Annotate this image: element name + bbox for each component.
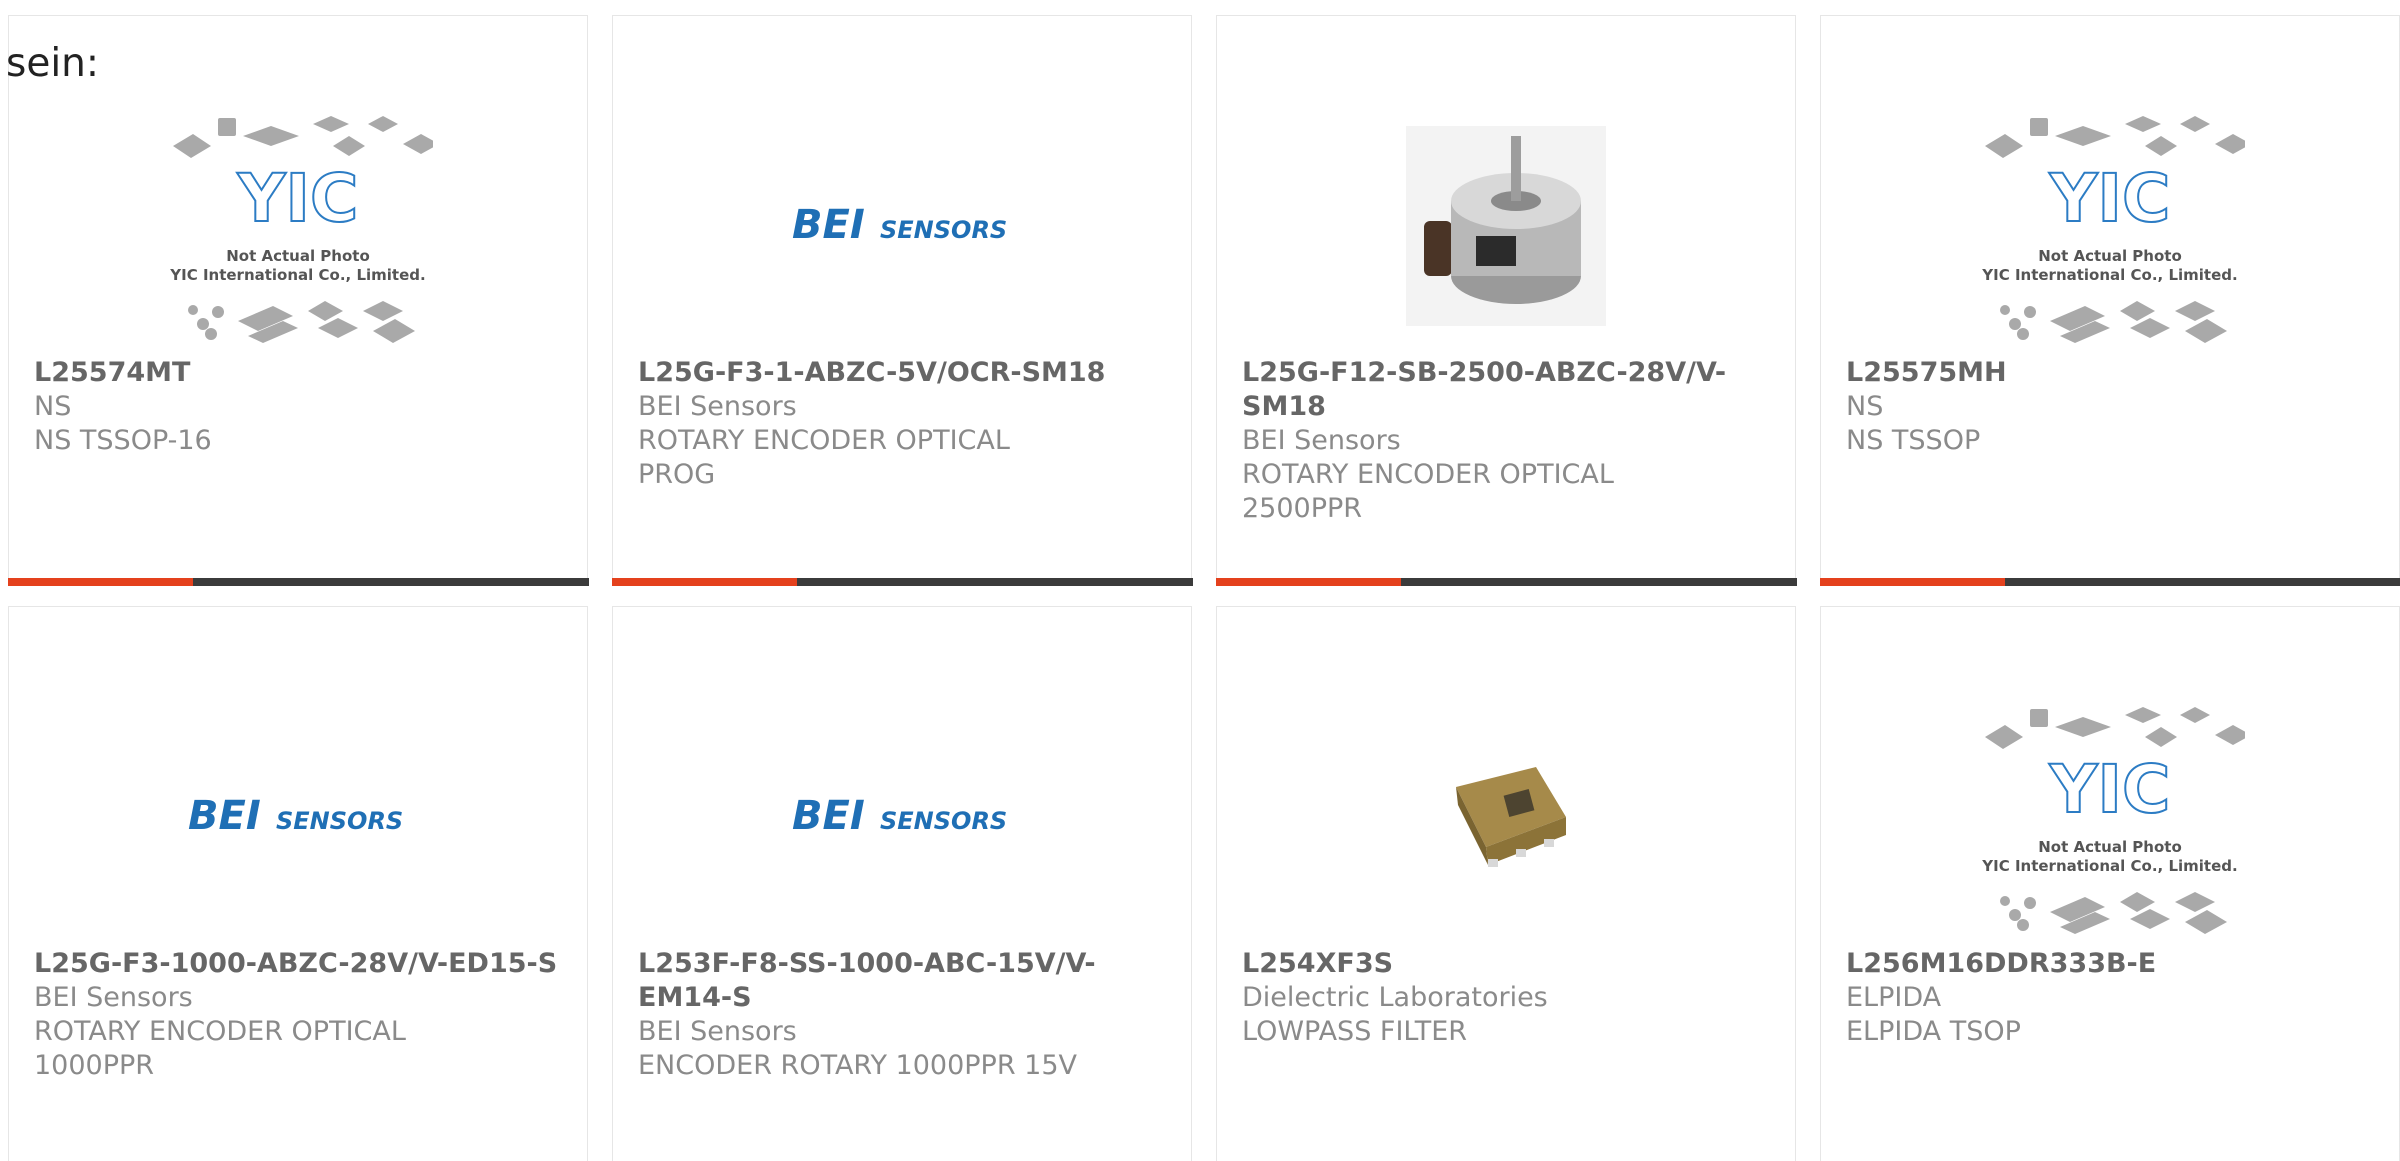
bei-logo-icon: BEI SENSORS bbox=[792, 793, 1007, 839]
filter-photo-icon bbox=[1456, 767, 1566, 867]
heading-fragment: sein: bbox=[6, 41, 100, 86]
description-line: 2500PPR bbox=[1242, 493, 1363, 524]
brand-name: NS bbox=[1846, 391, 1884, 422]
description-line: ROTARY ENCODER OPTICAL bbox=[638, 425, 1010, 456]
description-line: ROTARY ENCODER OPTICAL bbox=[1242, 459, 1614, 490]
product-info: L25574MT NS NS TSSOP-16 bbox=[34, 356, 562, 458]
description-line: ROTARY ENCODER OPTICAL bbox=[34, 1016, 406, 1047]
part-number[interactable]: L254XF3S bbox=[1242, 947, 1770, 981]
description-line: LOWPASS FILTER bbox=[1242, 1016, 1468, 1047]
svg-text:BEI: BEI bbox=[792, 202, 865, 248]
svg-text:YIC: YIC bbox=[237, 160, 359, 237]
brand-name: NS bbox=[34, 391, 72, 422]
bei-logo-icon: BEI SENSORS bbox=[188, 793, 403, 839]
svg-text:SENSORS: SENSORS bbox=[880, 216, 1007, 244]
svg-text:Not Actual Photo: Not Actual Photo bbox=[2038, 838, 2182, 856]
progress-fill bbox=[611, 577, 798, 586]
product-thumbnail: YIC Not Actual Photo YIC International C… bbox=[1821, 682, 2399, 952]
svg-text:Not Actual Photo: Not Actual Photo bbox=[2038, 247, 2182, 265]
product-thumbnail: BEI SENSORS bbox=[9, 682, 587, 952]
svg-text:BEI: BEI bbox=[188, 793, 261, 839]
product-thumbnail: YIC Not Actual Photo YIC International C… bbox=[1821, 91, 2399, 361]
product-info: L25G-F12-SB-2500-ABZC-28V/V-SM18 BEI Sen… bbox=[1242, 356, 1770, 526]
product-card[interactable]: YIC Not Actual Photo YIC International C… bbox=[1820, 606, 2400, 1161]
brand-name: BEI Sensors bbox=[638, 391, 797, 422]
progress-fill bbox=[1215, 577, 1402, 586]
product-thumbnail bbox=[1217, 91, 1795, 361]
svg-text:YIC International Co., Limited: YIC International Co., Limited. bbox=[169, 266, 425, 284]
part-number[interactable]: L256M16DDR333B-E bbox=[1846, 947, 2374, 981]
card-progress-bar bbox=[1215, 577, 1797, 586]
brand-name: BEI Sensors bbox=[1242, 425, 1401, 456]
brand-name: Dielectric Laboratories bbox=[1242, 982, 1548, 1013]
product-card[interactable]: YIC Not Actual Photo YIC International C… bbox=[7, 15, 589, 586]
product-info: L253F-F8-SS-1000-ABC-15V/V-EM14-S BEI Se… bbox=[638, 947, 1166, 1083]
card-progress-bar bbox=[7, 577, 589, 586]
part-number[interactable]: L25G-F3-1000-ABZC-28V/V-ED15-S bbox=[34, 947, 562, 981]
svg-text:SENSORS: SENSORS bbox=[276, 807, 403, 835]
description-line: NS TSSOP-16 bbox=[34, 425, 212, 456]
description-line: PROG bbox=[638, 459, 716, 490]
product-thumbnail: YIC Not Actual Photo YIC International C… bbox=[9, 91, 587, 361]
product-thumbnail: BEI SENSORS bbox=[613, 682, 1191, 952]
svg-text:BEI: BEI bbox=[792, 793, 865, 839]
part-number[interactable]: L25574MT bbox=[34, 356, 562, 390]
card-progress-bar bbox=[1819, 577, 2400, 586]
product-thumbnail bbox=[1217, 682, 1795, 952]
brand-name: BEI Sensors bbox=[34, 982, 193, 1013]
product-info: L25575MH NS NS TSSOP bbox=[1846, 356, 2374, 458]
placeholder-icon: YIC Not Actual Photo YIC International C… bbox=[1981, 707, 2245, 934]
product-grid-page: sein: YIC Not Actual Photo YIC Internati… bbox=[0, 0, 2400, 1161]
bei-logo-icon: BEI SENSORS bbox=[792, 202, 1007, 248]
svg-text:Not Actual Photo: Not Actual Photo bbox=[226, 247, 370, 265]
part-number[interactable]: L25G-F3-1-ABZC-5V/OCR-SM18 bbox=[638, 356, 1166, 390]
product-info: L256M16DDR333B-E ELPIDA ELPIDA TSOP bbox=[1846, 947, 2374, 1049]
svg-text:YIC: YIC bbox=[2049, 160, 2171, 237]
placeholder-icon: YIC Not Actual Photo YIC International C… bbox=[169, 116, 433, 343]
card-progress-bar bbox=[611, 577, 1193, 586]
svg-text:YIC International Co., Limited: YIC International Co., Limited. bbox=[1981, 266, 2237, 284]
product-card[interactable]: L254XF3S Dielectric Laboratories LOWPASS… bbox=[1216, 606, 1796, 1161]
progress-fill bbox=[7, 577, 194, 586]
progress-fill bbox=[1819, 577, 2006, 586]
svg-text:YIC: YIC bbox=[2049, 751, 2171, 828]
product-card[interactable]: YIC Not Actual Photo YIC International C… bbox=[1819, 15, 2400, 586]
product-card[interactable]: BEI SENSORS L25G-F3-1000-ABZC-28V/V-ED15… bbox=[8, 606, 588, 1161]
description-line: ELPIDA TSOP bbox=[1846, 1016, 2021, 1047]
product-info: L25G-F3-1-ABZC-5V/OCR-SM18 BEI Sensors R… bbox=[638, 356, 1166, 492]
svg-text:SENSORS: SENSORS bbox=[880, 807, 1007, 835]
description-line: NS TSSOP bbox=[1846, 425, 1981, 456]
description-line: ENCODER ROTARY 1000PPR 15V bbox=[638, 1050, 1077, 1081]
placeholder-icon: YIC Not Actual Photo YIC International C… bbox=[1981, 116, 2245, 343]
encoder-photo-icon bbox=[1406, 126, 1606, 326]
product-card[interactable]: BEI SENSORS L253F-F8-SS-1000-ABC-15V/V-E… bbox=[612, 606, 1192, 1161]
product-card[interactable]: BEI SENSORS L25G-F3-1-ABZC-5V/OCR-SM18 B… bbox=[611, 15, 1193, 586]
product-info: L254XF3S Dielectric Laboratories LOWPASS… bbox=[1242, 947, 1770, 1049]
product-info: L25G-F3-1000-ABZC-28V/V-ED15-S BEI Senso… bbox=[34, 947, 562, 1083]
svg-text:YIC International Co., Limited: YIC International Co., Limited. bbox=[1981, 857, 2237, 875]
brand-name: BEI Sensors bbox=[638, 1016, 797, 1047]
brand-name: ELPIDA bbox=[1846, 982, 1942, 1013]
description-line: 1000PPR bbox=[34, 1050, 155, 1081]
product-thumbnail: BEI SENSORS bbox=[613, 91, 1191, 361]
product-card[interactable]: L25G-F12-SB-2500-ABZC-28V/V-SM18 BEI Sen… bbox=[1215, 15, 1797, 586]
part-number[interactable]: L25575MH bbox=[1846, 356, 2374, 390]
part-number[interactable]: L253F-F8-SS-1000-ABC-15V/V-EM14-S bbox=[638, 947, 1166, 1015]
part-number[interactable]: L25G-F12-SB-2500-ABZC-28V/V-SM18 bbox=[1242, 356, 1770, 424]
